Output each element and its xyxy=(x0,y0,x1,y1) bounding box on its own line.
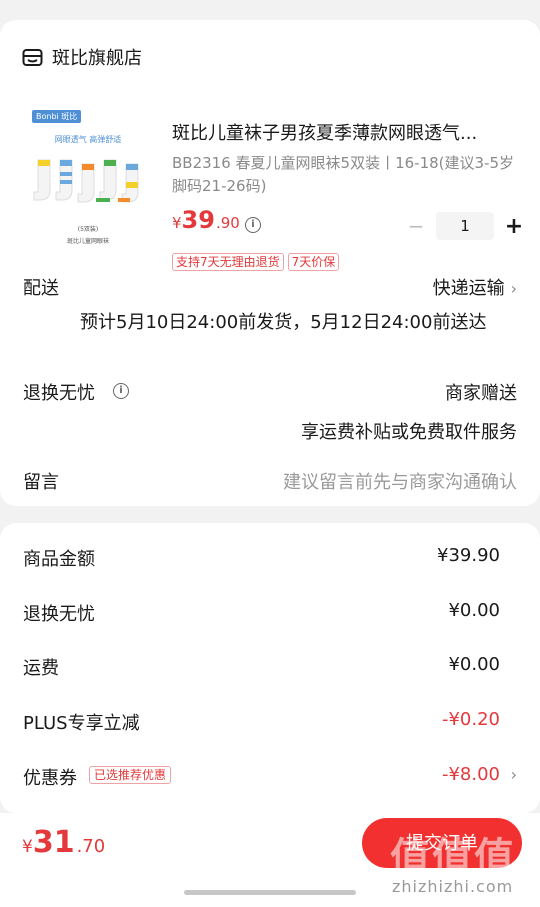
socks-image xyxy=(33,159,139,203)
watermark: 值值值 xyxy=(390,835,516,881)
quantity-value[interactable]: 1 xyxy=(436,212,494,240)
total-decimal: .70 xyxy=(76,836,106,857)
decrease-button[interactable]: − xyxy=(402,214,430,238)
price-summary-card: 商品金额 ¥39.90 退换无忧 ¥0.00 运费 ¥0.00 PLUS专享立减… xyxy=(0,523,540,813)
product-spec[interactable]: BB2316 春夏儿童网眼袜5双装丨16-18(建议3-5岁脚码21-26码) xyxy=(172,152,522,198)
price-currency: ¥ xyxy=(172,214,182,232)
thumb-count: (5双装) xyxy=(77,226,99,233)
checkout-bar: ¥ 31 .70 提交订单 值值值 zhizhizhi.com xyxy=(0,813,540,907)
delivery-estimate: 预计5月10日24:00前发货，5月12日24:00前送达 xyxy=(80,312,487,333)
shop-row[interactable]: 斑比旗舰店 xyxy=(22,42,142,72)
thumb-caption: 斑比儿童网眼袜 xyxy=(66,238,109,245)
tag-return: 支持7天无理由退货 xyxy=(172,253,284,271)
summary-label-return: 退换无忧 xyxy=(23,604,95,625)
price-info-icon[interactable]: i xyxy=(245,217,261,233)
coupon-tag: 已选推荐优惠 xyxy=(89,766,172,784)
shop-icon xyxy=(22,48,43,66)
summary-value-goods: ¥39.90 xyxy=(437,545,500,566)
note-label: 留言 xyxy=(23,472,59,493)
price-decimal: .90 xyxy=(215,214,240,232)
delivery-method-text: 快递运输 xyxy=(432,278,505,299)
shop-name: 斑比旗舰店 xyxy=(52,48,142,69)
summary-label-plus: PLUS专享立减 xyxy=(23,713,140,734)
tag-price-protect: 7天价保 xyxy=(287,253,340,271)
total-price: ¥ 31 .70 xyxy=(22,825,105,860)
increase-button[interactable]: + xyxy=(500,214,528,239)
total-integer: 31 xyxy=(32,825,75,860)
home-indicator[interactable] xyxy=(184,890,356,895)
summary-value-return: ¥0.00 xyxy=(448,600,500,621)
return-service-label: 退换无忧 xyxy=(23,383,95,404)
delivery-method[interactable]: 快递运输 › xyxy=(433,274,517,300)
price-integer: 39 xyxy=(181,206,215,234)
chevron-right-icon[interactable]: › xyxy=(511,765,517,784)
return-info-icon[interactable]: i xyxy=(113,383,129,399)
summary-value-coupon[interactable]: -¥8.00 xyxy=(442,764,500,785)
delivery-label: 配送 xyxy=(23,278,59,299)
product-title[interactable]: 斑比儿童袜子男孩夏季薄款网眼透气... xyxy=(172,119,522,145)
summary-value-shipping: ¥0.00 xyxy=(448,654,500,675)
summary-value-plus: -¥0.20 xyxy=(441,709,500,730)
total-currency: ¥ xyxy=(22,837,33,857)
product-thumbnail[interactable]: Bonbi 斑比 网眼透气 高弹舒适 (5双装) 斑比儿童网眼袜 xyxy=(22,106,154,256)
summary-label-goods: 商品金额 xyxy=(23,549,95,570)
watermark-url: zhizhizhi.com xyxy=(392,877,514,896)
service-tags: 支持7天无理由退货 7天价保 xyxy=(172,253,343,271)
order-item-card: 斑比旗舰店 Bonbi 斑比 网眼透气 高弹舒适 (5双装) 斑比儿童网眼袜 斑… xyxy=(0,20,540,506)
note-input[interactable]: 建议留言前先与商家沟通确认 xyxy=(283,468,517,494)
return-service-value: 商家赠送 xyxy=(445,383,517,404)
quantity-stepper: − 1 + xyxy=(402,211,528,241)
summary-label-shipping: 运费 xyxy=(23,658,59,679)
product-price: ¥ 39 .90 xyxy=(172,206,240,240)
chevron-right-icon: › xyxy=(510,279,517,298)
return-service-desc: 享运费补贴或免费取件服务 xyxy=(301,422,517,443)
summary-label-coupon: 优惠券 xyxy=(23,768,77,789)
